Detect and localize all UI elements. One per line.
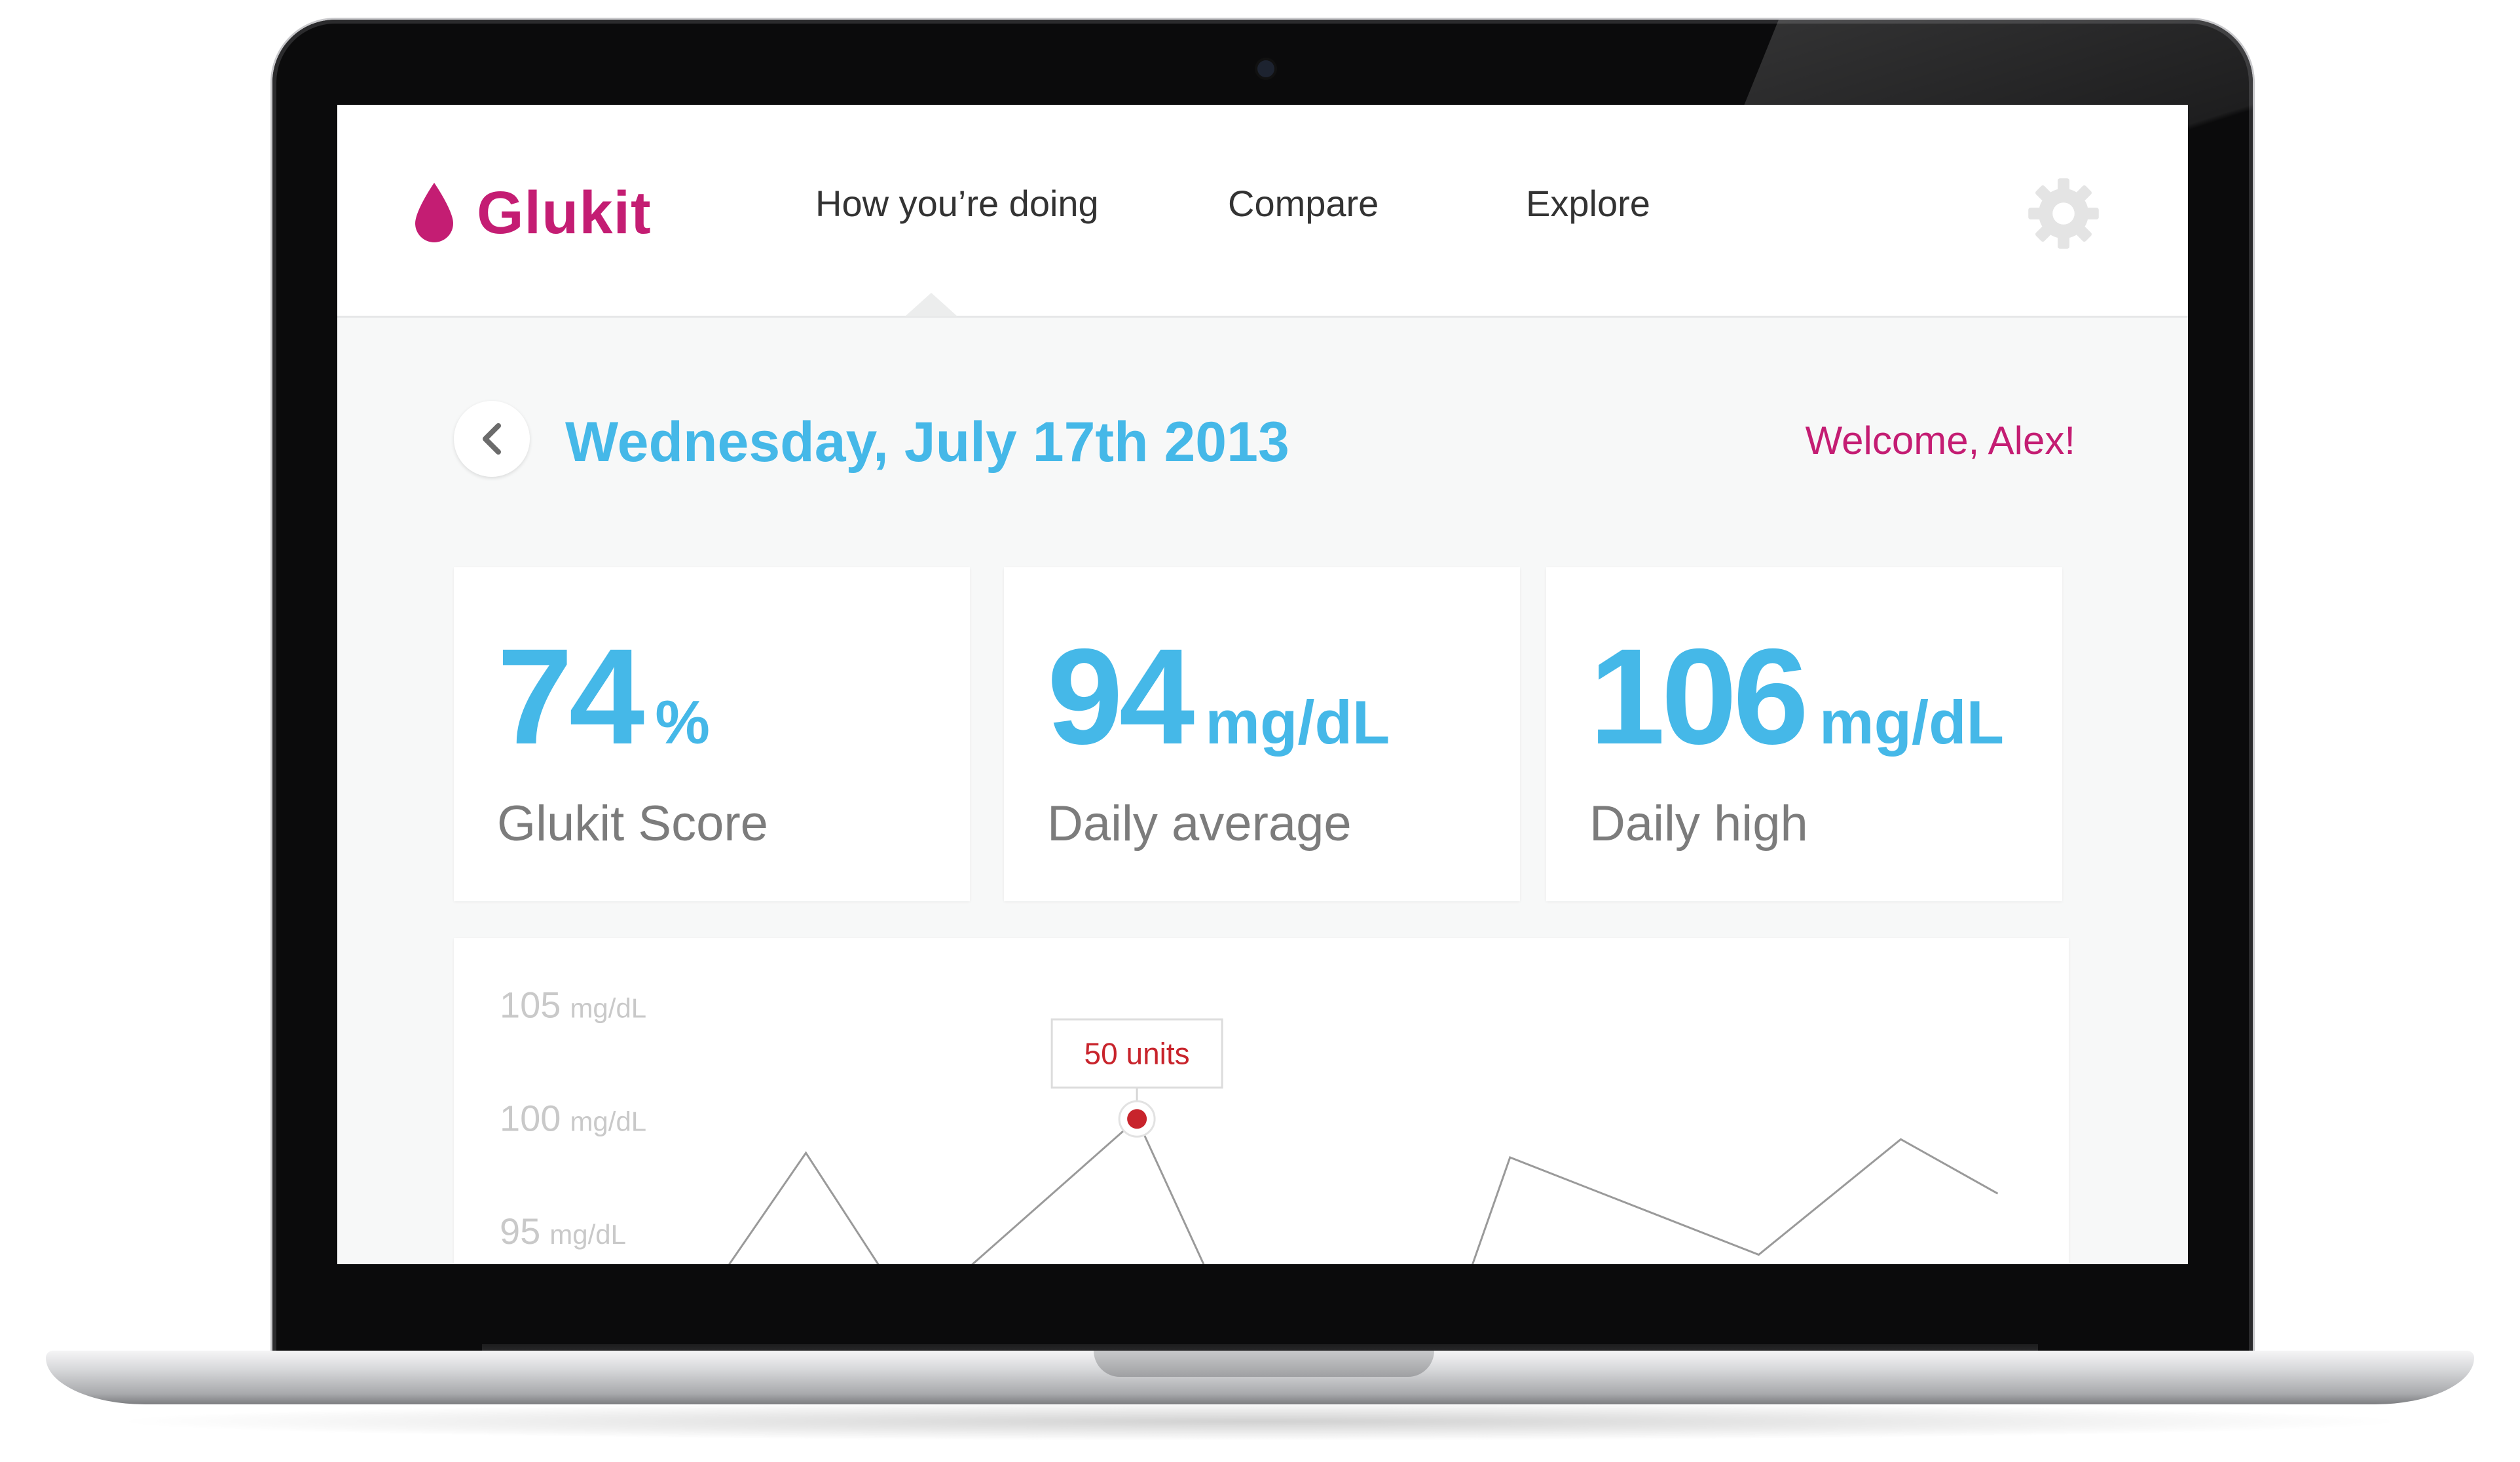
tab-compare[interactable]: Compare (1228, 182, 1379, 225)
chart-svg: 105 mg/dL 100 mg/dL 95 mg/dL 50 units (500, 984, 1999, 1264)
laptop-shadow (105, 1402, 2415, 1441)
stat-number: 106 (1589, 621, 1809, 773)
stat-unit: mg/dL (1819, 688, 2005, 757)
previous-day-button[interactable] (454, 401, 530, 477)
welcome-message: Welcome, Alex! (1805, 419, 2075, 462)
logo-text: Glukit (477, 179, 652, 246)
y-tick-label: 95 mg/dL (500, 1210, 626, 1252)
drop-icon (415, 183, 453, 242)
logo[interactable]: Glukit (413, 177, 652, 249)
series-line (728, 1151, 880, 1264)
laptop-notch (1094, 1351, 1434, 1377)
tab-how-youre-doing[interactable]: How you’re doing (815, 182, 1099, 225)
y-tick-label: 105 mg/dL (500, 984, 646, 1026)
stat-label: Daily average (1047, 796, 1352, 852)
stat-value: 106 mg/dL (1589, 629, 2004, 765)
stat-label: Glukit Score (497, 796, 768, 852)
screen: Glukit How you’re doing Compare Explore (337, 105, 2188, 1264)
stat-card-score: 74 % Glukit Score (454, 567, 970, 901)
stat-number: 74 (497, 621, 644, 773)
annotation-point (1127, 1109, 1147, 1129)
app-header: Glukit How you’re doing Compare Explore (337, 105, 2188, 318)
series-line (1472, 1138, 1999, 1264)
stat-value: 74 % (497, 629, 710, 765)
page-title: Wednesday, July 17th 2013 (565, 411, 1289, 474)
stat-number: 94 (1047, 621, 1195, 773)
stat-unit: % (655, 688, 710, 757)
stat-unit: mg/dL (1205, 688, 1390, 757)
annotation-label: 50 units (1084, 1036, 1190, 1070)
stat-label: Daily high (1589, 796, 1808, 852)
chevron-left-icon (483, 423, 501, 455)
stat-value: 94 mg/dL (1047, 629, 1390, 765)
gear-icon[interactable] (2027, 177, 2100, 250)
stat-card-high: 106 mg/dL Daily high (1546, 567, 2062, 901)
series-line (971, 1117, 1205, 1264)
active-tab-indicator (905, 293, 957, 316)
tab-explore[interactable]: Explore (1526, 182, 1650, 225)
camera (1257, 60, 1274, 77)
y-tick-label: 100 mg/dL (500, 1097, 646, 1138)
glucose-chart: 105 mg/dL 100 mg/dL 95 mg/dL 50 units (454, 938, 2069, 1264)
stat-card-average: 94 mg/dL Daily average (1004, 567, 1520, 901)
